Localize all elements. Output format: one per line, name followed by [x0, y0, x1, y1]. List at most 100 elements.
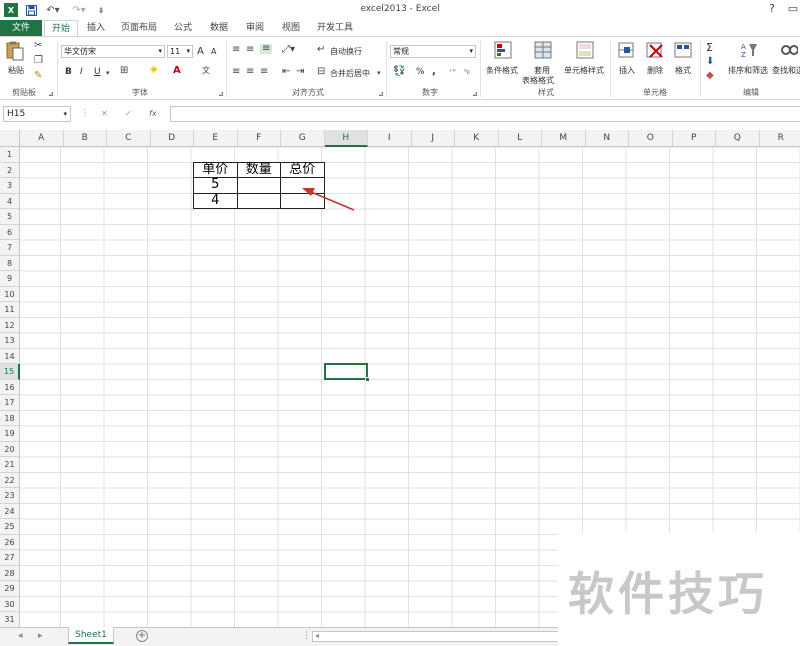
borders-icon[interactable]: ⊞ [120, 66, 128, 76]
watermark: 软件技巧 [558, 532, 800, 646]
phonetic-icon[interactable]: 文 [202, 66, 210, 76]
clipboard-group-label: 剪贴板 [12, 88, 36, 97]
add-sheet-button[interactable]: + [136, 630, 148, 642]
horizontal-scrollbar[interactable]: ◂ [312, 631, 562, 642]
format-painter-icon[interactable]: ✎ [34, 71, 42, 81]
underline-button[interactable]: U [94, 67, 101, 77]
merge-center-button[interactable]: 合并后居中 [330, 68, 370, 79]
wrap-text-icon[interactable]: ↵ [317, 45, 325, 55]
align-middle-icon[interactable]: ≡ [246, 45, 254, 55]
arrow-line [310, 191, 355, 211]
scroll-left-icon[interactable]: ◂ [315, 631, 319, 640]
svg-text:Z: Z [741, 51, 746, 59]
font-name-select[interactable]: 华文仿宋 ▾ [61, 45, 165, 58]
copy-icon[interactable]: ❐ [34, 56, 43, 66]
tab-page-layout[interactable]: 页面布局 [114, 20, 164, 36]
chevron-down-icon: ▾ [158, 47, 162, 55]
tab-developer[interactable]: 开发工具 [310, 20, 360, 36]
format-cells-button[interactable]: 格式 [675, 65, 691, 76]
tab-formulas[interactable]: 公式 [166, 20, 200, 36]
tab-review[interactable]: 审阅 [238, 20, 272, 36]
group-separator [700, 41, 701, 97]
align-center-icon[interactable]: ≡ [246, 67, 254, 77]
orientation-icon[interactable]: ⤢▾ [282, 45, 295, 55]
number-group-label: 数字 [422, 88, 438, 97]
merge-icon[interactable]: ⊟ [317, 67, 325, 77]
tab-insert[interactable]: 插入 [80, 20, 112, 36]
sort-filter-icon[interactable]: AZ [740, 41, 758, 59]
conditional-format-icon[interactable] [494, 41, 512, 59]
clipboard-launcher-icon[interactable]: ⊿ [48, 89, 54, 99]
tab-home[interactable]: 开始 [44, 20, 78, 37]
find-select-button[interactable]: 查找和选 [772, 65, 800, 76]
decrease-decimal-icon[interactable]: ⁰₀ [464, 67, 470, 77]
alignment-launcher-icon[interactable]: ⊿ [378, 89, 384, 99]
name-box[interactable]: H15 ▾ [3, 106, 71, 122]
cell-styles-icon[interactable] [576, 41, 594, 59]
accounting-icon[interactable]: 💱 [393, 67, 405, 77]
decrease-indent-icon[interactable]: ⇤ [282, 67, 290, 77]
delete-cells-icon[interactable] [646, 41, 664, 58]
wrap-text-button[interactable]: 自动换行 [330, 46, 362, 57]
comma-button[interactable]: , [432, 66, 436, 77]
fill-handle[interactable] [365, 376, 370, 382]
font-size-select[interactable]: 11 ▾ [167, 45, 193, 58]
cancel-button[interactable]: ✕ [101, 109, 108, 118]
formula-input[interactable] [170, 106, 800, 122]
clear-icon[interactable]: ◆ [706, 71, 714, 81]
group-separator [386, 41, 387, 97]
next-sheet-icon[interactable]: ▸ [38, 631, 43, 641]
sheet-tab-sheet1[interactable]: Sheet1 [68, 627, 114, 644]
group-separator [57, 41, 58, 97]
increase-decimal-icon[interactable]: ⁺⁰ [449, 67, 456, 77]
tab-view[interactable]: 视图 [274, 20, 308, 36]
help-button[interactable]: ? [762, 2, 782, 18]
align-top-icon[interactable]: ≡ [232, 45, 240, 55]
cell-styles-button[interactable]: 单元格样式 [564, 65, 604, 76]
conditional-format-button[interactable]: 条件格式 [486, 65, 518, 76]
chevron-down-icon[interactable]: ▾ [377, 68, 381, 78]
ribbon: 粘贴 ✂ ❐ ✎ 剪贴板 ⊿ 华文仿宋 ▾ 11 ▾ A A B I U ▾ ⊞ ◈… [0, 36, 800, 100]
active-cell-selection[interactable] [323, 363, 368, 380]
percent-button[interactable]: % [416, 67, 425, 77]
number-format-select[interactable]: 常规 ▾ [390, 45, 476, 58]
grow-font-button[interactable]: A [197, 46, 204, 57]
chevron-down-icon: ▾ [186, 47, 190, 55]
fill-color-icon[interactable]: ◈ [150, 65, 158, 75]
find-select-icon[interactable] [780, 41, 799, 57]
format-as-table-button-line2[interactable]: 表格格式 [522, 75, 554, 86]
insert-cells-button[interactable]: 插入 [619, 65, 635, 76]
tab-data[interactable]: 数据 [202, 20, 236, 36]
bold-button[interactable]: B [65, 67, 72, 77]
italic-button[interactable]: I [80, 67, 83, 77]
insert-function-button[interactable]: fx [149, 109, 157, 118]
shrink-font-button[interactable]: A [211, 47, 216, 56]
insert-cells-icon[interactable] [618, 41, 636, 58]
group-separator [610, 41, 611, 97]
increase-indent-icon[interactable]: ⇥ [296, 67, 304, 77]
paste-button[interactable]: 粘贴 [8, 65, 24, 76]
autosum-button[interactable]: Σ [706, 41, 713, 54]
chevron-down-icon[interactable]: ▾ [106, 68, 110, 78]
number-launcher-icon[interactable]: ⊿ [472, 89, 478, 99]
cut-icon[interactable]: ✂ [34, 41, 42, 51]
group-separator [226, 41, 227, 97]
align-bottom-icon[interactable]: ≡ [260, 44, 273, 54]
prev-sheet-icon[interactable]: ◂ [18, 631, 23, 641]
format-cells-icon[interactable] [674, 41, 692, 58]
fill-icon[interactable]: ⬇ [706, 57, 714, 67]
align-right-icon[interactable]: ≡ [260, 67, 268, 77]
font-launcher-icon[interactable]: ⊿ [218, 89, 224, 99]
ribbon-tabs: 文件 开始 插入 页面布局 公式 数据 审阅 视图 开发工具 [0, 20, 800, 37]
delete-cells-button[interactable]: 删除 [647, 65, 663, 76]
align-left-icon[interactable]: ≡ [232, 67, 240, 77]
ribbon-display-icon[interactable]: ▭ [786, 2, 800, 18]
tab-file[interactable]: 文件 [0, 20, 42, 36]
paste-icon[interactable] [6, 41, 24, 61]
alignment-group-label: 对齐方式 [292, 88, 324, 97]
scroll-separator-icon[interactable]: ⋮ [302, 631, 311, 641]
font-color-icon[interactable]: A [173, 66, 181, 76]
format-as-table-icon[interactable] [534, 41, 552, 59]
enter-button[interactable]: ✓ [125, 109, 132, 118]
sort-filter-button[interactable]: 排序和筛选 [728, 65, 768, 76]
